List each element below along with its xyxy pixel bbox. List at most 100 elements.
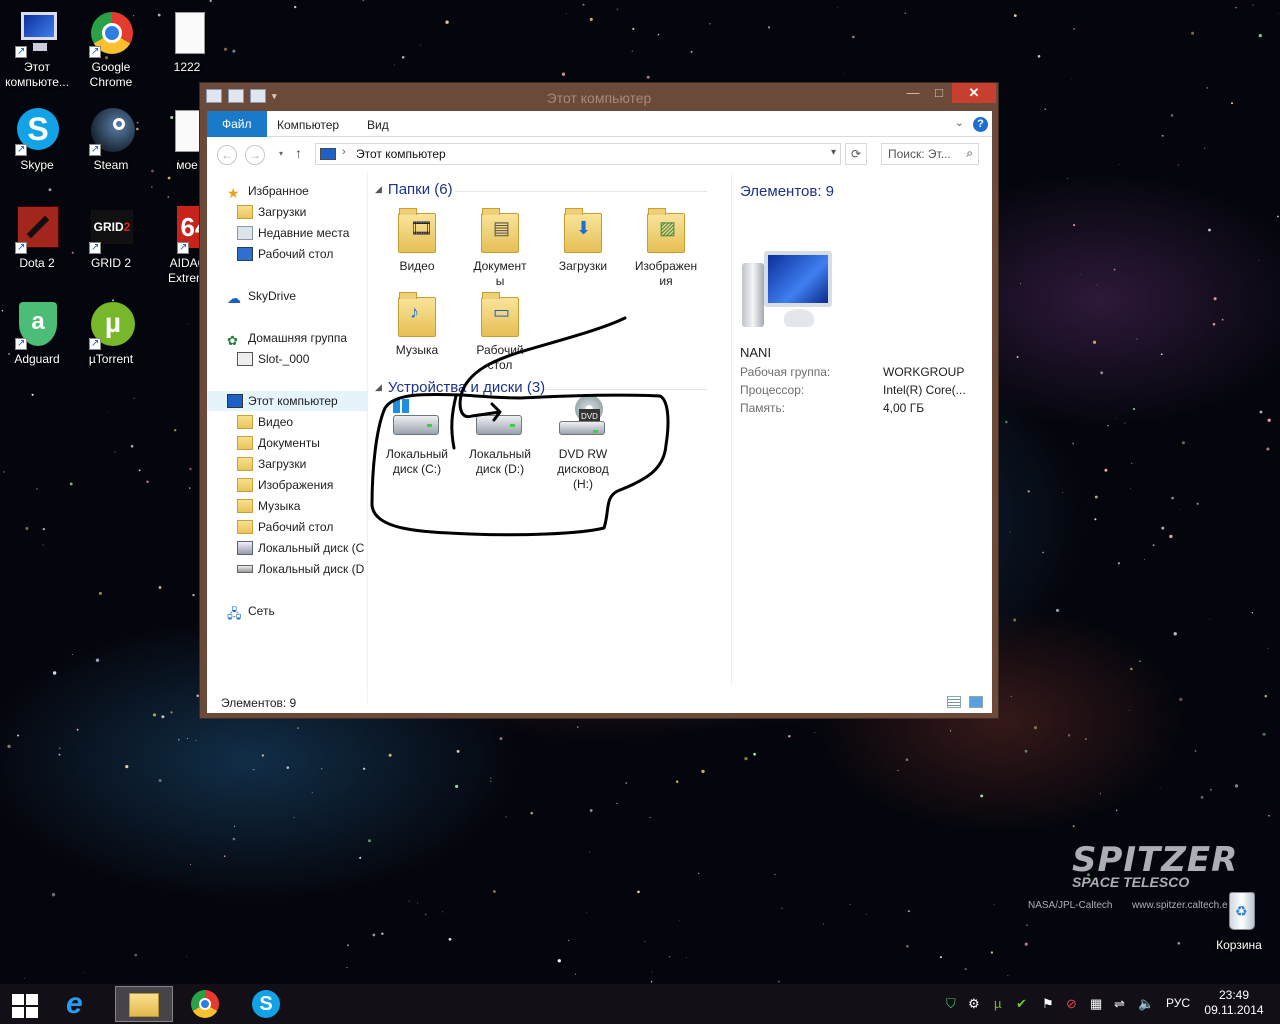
antivirus-tray-icon[interactable]: ✔ xyxy=(1016,996,1027,1012)
desktop-icon-label: мое xyxy=(176,158,198,172)
clock[interactable]: 23:49 09.11.2014 xyxy=(1196,988,1272,1018)
music-folder-icon: ♪ xyxy=(396,291,438,339)
taskbar-chrome[interactable] xyxy=(176,986,234,1022)
desktop-icon-chrome[interactable]: Google Chrome xyxy=(74,10,148,90)
taskbar-skype[interactable]: S xyxy=(237,986,295,1022)
desktop-icon-label: Google Chrome xyxy=(89,60,133,89)
devices-group-header[interactable]: ◢ Устройства и диски (3) xyxy=(375,379,545,396)
desktop-icon-steam[interactable]: Steam xyxy=(74,108,148,173)
details-count: Элементов: 9 xyxy=(740,183,835,200)
up-button[interactable]: ↑ xyxy=(295,145,302,161)
address-bar[interactable]: › Этот компьютер ▾ xyxy=(315,143,841,165)
nav-label: Изображения xyxy=(258,478,334,492)
nav-this-pc[interactable]: Этот компьютер xyxy=(207,391,367,411)
refresh-button[interactable]: ⟳ xyxy=(845,143,867,165)
language-indicator[interactable]: РУС xyxy=(1166,996,1190,1010)
nav-item-drive-c[interactable]: Локальный диск (C xyxy=(237,538,364,558)
tile-label: Изображения xyxy=(634,259,698,288)
nav-item-desktop[interactable]: Рабочий стол xyxy=(237,244,333,264)
title-bar[interactable]: ▾ Этот компьютер — □ ✕ xyxy=(200,83,998,111)
nav-item-desktop-pc[interactable]: Рабочий стол xyxy=(237,517,333,537)
minimize-button[interactable]: — xyxy=(900,83,926,103)
network-tray-icon[interactable]: ▦ xyxy=(1090,996,1102,1012)
breadcrumb-separator-icon[interactable]: › xyxy=(342,146,346,158)
nav-item-recent-places[interactable]: Недавние места xyxy=(237,223,349,243)
tile-label: Музыка xyxy=(395,343,439,357)
utorrent-tray-icon[interactable]: µ xyxy=(994,996,1002,1011)
blocked-tray-icon[interactable]: ⊘ xyxy=(1066,996,1077,1012)
folder-pictures[interactable]: ▨ Изображения xyxy=(628,207,704,289)
nav-item-slot-000[interactable]: Slot-_000 xyxy=(237,349,309,369)
nav-favorites[interactable]: ★ Избранное xyxy=(227,181,309,201)
recent-locations-button[interactable]: ▾ xyxy=(271,145,291,165)
desktop-icon-1222[interactable]: 1222 xyxy=(150,10,224,75)
nav-skydrive[interactable]: ☁ SkyDrive xyxy=(227,286,296,306)
folder-music[interactable]: ♪ Музыка xyxy=(379,291,455,358)
nav-item-documents[interactable]: Документы xyxy=(237,433,320,453)
desktop-icon-utorrent[interactable]: µ µTorrent xyxy=(74,302,148,367)
folder-videos[interactable]: 🎞 Видео xyxy=(379,207,455,274)
video-folder-icon xyxy=(237,415,253,429)
search-input[interactable]: Поиск: Эт... ⌕ xyxy=(881,143,979,165)
drive-h[interactable]: DVD DVD RW дисковод (H:) xyxy=(545,395,621,492)
drive-c[interactable]: Локальный диск (C:) xyxy=(379,395,455,477)
folder-desktop[interactable]: ▭ Рабочий стол xyxy=(462,291,538,373)
close-button[interactable]: ✕ xyxy=(952,83,996,103)
desktop-icon-skype[interactable]: S Skype xyxy=(0,108,74,173)
details-key: Рабочая группа: xyxy=(740,365,831,379)
nav-label: Недавние места xyxy=(258,226,350,240)
details-view-icon[interactable] xyxy=(947,696,961,708)
large-icons-view-icon[interactable] xyxy=(969,696,983,708)
adguard-tray-icon[interactable]: ⛉ xyxy=(946,996,956,1012)
desktop-icon-this-pc[interactable]: Этот компьюте... xyxy=(0,10,74,90)
back-button[interactable]: ← xyxy=(217,145,237,165)
computer-icon xyxy=(742,251,834,335)
desktop-icon-dota2[interactable]: Dota 2 xyxy=(0,206,74,271)
collapse-icon[interactable]: ◢ xyxy=(375,382,382,392)
nav-item-downloads[interactable]: Загрузки xyxy=(237,202,306,222)
tab-file[interactable]: Файл xyxy=(207,111,267,137)
drive-d[interactable]: Локальный диск (D:) xyxy=(462,395,538,477)
nav-label: Документы xyxy=(258,436,320,450)
folder-downloads[interactable]: ⬇ Загрузки xyxy=(545,207,621,274)
sync-tray-icon[interactable]: ⇌ xyxy=(1114,996,1125,1012)
nav-item-drive-d[interactable]: Локальный диск (D xyxy=(237,559,364,579)
taskbar-internet-explorer[interactable]: e xyxy=(54,986,112,1022)
expand-ribbon-icon[interactable]: ⌄ xyxy=(955,116,964,129)
folders-group-header[interactable]: ◢ Папки (6) xyxy=(375,181,453,198)
forward-button[interactable]: → xyxy=(245,145,265,165)
nav-label: Домашняя группа xyxy=(248,331,348,345)
nav-network[interactable]: 🖧 Сеть xyxy=(227,601,275,621)
flag-tray-icon[interactable]: ⚑ xyxy=(1042,996,1054,1012)
hard-drive-icon xyxy=(476,395,524,443)
maximize-button[interactable]: □ xyxy=(926,83,952,103)
nav-label: Избранное xyxy=(248,184,309,198)
search-icon[interactable]: ⌕ xyxy=(966,146,973,161)
tab-computer[interactable]: Компьютер xyxy=(263,114,353,137)
nav-item-pictures[interactable]: Изображения xyxy=(237,475,333,495)
desktop-icon-grid2[interactable]: GRID2 GRID 2 xyxy=(74,206,148,271)
steam-tray-icon[interactable]: ⚙ xyxy=(968,996,980,1012)
grid2-icon: GRID2 xyxy=(87,206,135,255)
desktop-icon-adguard[interactable]: a Adguard xyxy=(0,302,74,367)
nav-homegroup[interactable]: ✿ Домашняя группа xyxy=(227,328,347,348)
tab-view[interactable]: Вид xyxy=(353,114,403,137)
content-area: ◢ Папки (6) 🎞 Видео ▤ Документы ⬇ Загрузк… xyxy=(369,173,714,685)
cloud-icon: ☁ xyxy=(227,290,241,306)
downloads-folder-icon xyxy=(237,205,253,219)
star-icon: ★ xyxy=(227,185,240,201)
taskbar-file-explorer[interactable] xyxy=(115,986,173,1022)
volume-icon[interactable]: 🔈 xyxy=(1138,996,1154,1012)
nav-item-videos[interactable]: Видео xyxy=(237,412,293,432)
start-button[interactable] xyxy=(0,986,58,1022)
desktop-icon-label: Skype xyxy=(20,158,54,172)
pane-divider[interactable] xyxy=(367,173,368,703)
nav-item-music[interactable]: Музыка xyxy=(237,496,300,516)
skype-icon: S xyxy=(13,108,61,157)
details-value: Intel(R) Core(... xyxy=(883,383,966,397)
folder-documents[interactable]: ▤ Документы xyxy=(462,207,538,289)
help-button[interactable]: ? xyxy=(973,117,988,132)
collapse-icon[interactable]: ◢ xyxy=(375,184,382,194)
chevron-down-icon[interactable]: ▾ xyxy=(831,147,836,158)
nav-item-downloads-pc[interactable]: Загрузки xyxy=(237,454,306,474)
